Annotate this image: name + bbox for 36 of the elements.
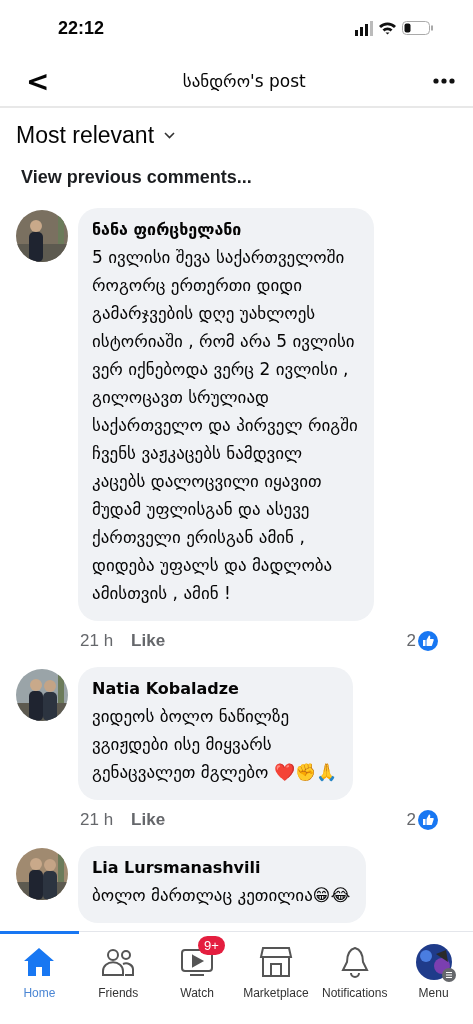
thumbs-up-icon [418,810,438,830]
view-previous-link[interactable]: View previous comments... [21,167,473,188]
comment-author[interactable]: ნანა ფირცხელანი [92,220,358,239]
like-button[interactable]: Like [131,810,166,830]
comment-text: ბოლო მართლაც კეთილია😁😂 [92,884,351,907]
reaction-count: 2 [406,631,416,651]
comment-text: ვიდეოს ბოლო ნაწილზე ვგიჟდები ისე მიყვარს გენაცვალეთ მგლებო ❤✊🙏 [92,705,337,784]
home-icon [23,947,56,977]
back-button[interactable]: < [20,64,56,98]
menu-icon [441,968,456,982]
bell-icon [339,946,370,978]
tab[interactable]: Notifications [315,931,395,1024]
comment-time: 21 h [79,810,114,830]
reaction-count: 2 [406,810,416,830]
chevron-down-icon [164,132,176,139]
post-title: სანდრო's post [182,71,306,91]
wifi-icon [379,21,396,35]
shop-icon [258,946,293,978]
comment-author[interactable]: Lia Lursmanashvili [92,858,351,877]
status-time: 22:12 [58,17,105,39]
battery-icon [402,21,433,35]
tab[interactable]: Home [0,931,79,1024]
people-icon [101,947,136,977]
like-button[interactable]: Like [131,631,166,651]
tab[interactable]: Menu [394,931,473,1024]
more-icon[interactable] [433,78,455,84]
signal-icon [355,20,373,36]
comment-author[interactable]: Natia Kobaladze [92,679,337,698]
comment-text: 5 ივლისი შევა საქართველოში როგორც ერთერთი დიდი გამარჯვების დღე უახლოეს ისტორიაში , რომ არა 5 ივლისი ვერ იქნებოდა ვერც 2 ივლისი , გილოცავთ სრულიად საქართველო და პირველ რიგში ჩვენს ვაჟკაცებს ნამდვილ კაცებს დალოცვილი იყავით მუდამ უფლისგან და ასევე ქართველი ერისგან ამინ , დიდება უფალს და მადლობა ამისთვის , ამინ ! [92,246,358,605]
tab[interactable]: 9+ Watch [157,931,237,1024]
tab[interactable]: Marketplace [236,931,316,1024]
notification-badge: 9+ [198,936,225,955]
tab[interactable]: Friends [78,931,158,1024]
sort-dropdown[interactable]: Most relevant [8,122,184,149]
comment-time: 21 h [79,631,114,651]
thumbs-up-icon [418,631,438,651]
